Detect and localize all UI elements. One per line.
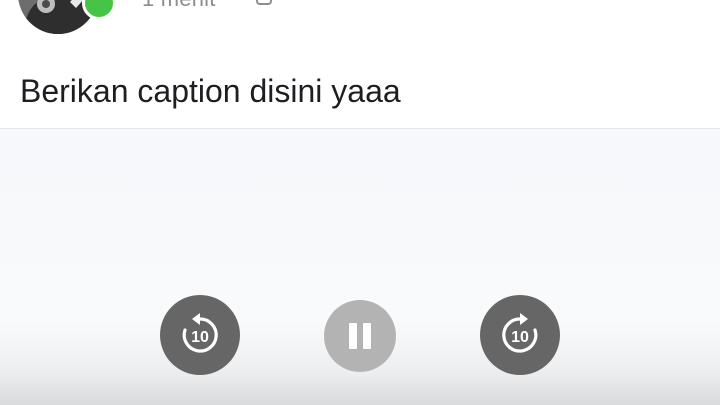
author-avatar-wrap[interactable]: [18, 0, 116, 34]
forward-seconds-label: 10: [511, 329, 529, 346]
forward-10-icon: 10: [502, 313, 538, 353]
rewind-seconds-label: 10: [191, 329, 209, 346]
post-time[interactable]: 1 menit: [142, 0, 216, 12]
globe-icon: [255, 0, 273, 6]
rewind-10-icon: 10: [182, 313, 218, 353]
video-player[interactable]: 10 10: [0, 128, 720, 405]
post-header: 1 menit: [0, 0, 720, 60]
rewind-10-button[interactable]: 10: [160, 295, 240, 375]
post-card: 1 menit Berikan caption disini yaaa 10: [0, 0, 720, 405]
post-caption: Berikan caption disini yaaa: [20, 73, 401, 109]
pause-button[interactable]: [324, 300, 396, 372]
forward-10-button[interactable]: 10: [480, 295, 560, 375]
pause-icon: [324, 300, 396, 372]
